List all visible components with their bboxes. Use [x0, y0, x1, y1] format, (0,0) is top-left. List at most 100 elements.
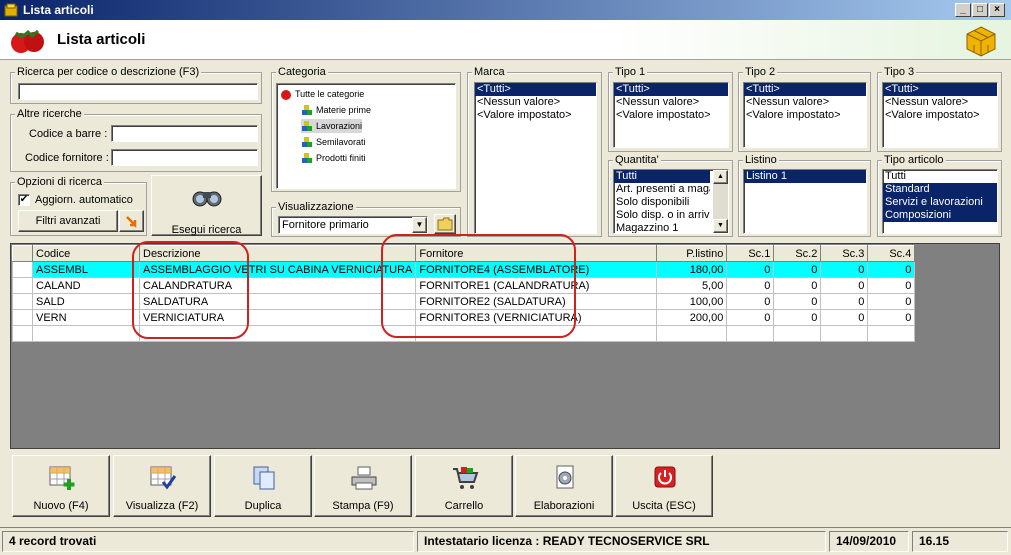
cell-discount[interactable]: 0 — [773, 309, 822, 326]
cell-empty[interactable] — [820, 325, 869, 342]
cell-empty[interactable] — [726, 325, 775, 342]
article-type-item[interactable]: Servizi e lavorazioni — [883, 196, 997, 209]
cell-discount[interactable]: 0 — [867, 309, 916, 326]
column-header[interactable]: Codice — [32, 245, 140, 262]
article-type-item[interactable]: Tutti — [883, 170, 997, 183]
row-selector[interactable] — [12, 325, 33, 342]
scroll-up-icon[interactable]: ▲ — [713, 170, 728, 184]
category-tree[interactable]: Tutte le categorie Materie prime Lavoraz… — [276, 83, 456, 189]
type1-item[interactable]: <Valore impostato> — [614, 109, 728, 122]
type3-item[interactable]: <Valore impostato> — [883, 109, 997, 122]
type2-item[interactable]: <Valore impostato> — [744, 109, 866, 122]
cell-discount[interactable]: 0 — [867, 261, 916, 278]
type2-item[interactable]: <Nessun valore> — [744, 96, 866, 109]
quantity-item[interactable]: Solo disponibili — [614, 196, 710, 209]
cell-discount[interactable]: 0 — [820, 309, 869, 326]
row-selector[interactable] — [12, 261, 33, 278]
folder-button[interactable] — [434, 214, 456, 234]
cell-discount[interactable]: 0 — [726, 277, 775, 294]
view-select-value: Fornitore primario — [282, 219, 369, 231]
cell-price[interactable]: 100,00 — [656, 293, 728, 310]
cell-code[interactable]: SALD — [32, 293, 140, 310]
filter-arrow-button[interactable] — [119, 210, 144, 232]
cell-discount[interactable]: 0 — [867, 277, 916, 294]
supplier-code-input[interactable] — [111, 149, 258, 166]
column-header[interactable]: P.listino — [656, 245, 728, 262]
type3-list[interactable]: <Tutti> <Nessun valore> <Valore impostat… — [882, 82, 998, 148]
quantity-scrollbar[interactable]: ▲ ▼ — [713, 170, 728, 233]
pricelist-item[interactable]: Listino 1 — [744, 170, 866, 183]
new-button[interactable]: Nuovo (F4) — [12, 455, 110, 517]
cell-price[interactable]: 180,00 — [656, 261, 728, 278]
pricelist-list[interactable]: Listino 1 — [743, 169, 867, 234]
cell-discount[interactable]: 0 — [820, 293, 869, 310]
column-header[interactable]: Sc.2 — [773, 245, 822, 262]
brand-item[interactable]: <Valore impostato> — [475, 109, 596, 122]
cell-discount[interactable]: 0 — [820, 261, 869, 278]
quantity-item[interactable]: Solo disp. o in arrivo — [614, 209, 710, 222]
brand-item[interactable]: <Nessun valore> — [475, 96, 596, 109]
quantity-item[interactable]: Art. presenti a magazzino — [614, 183, 710, 196]
run-search-button[interactable]: Esegui ricerca — [151, 175, 262, 236]
cell-empty[interactable] — [32, 325, 140, 342]
quantity-item[interactable]: Magazzino 1 — [614, 222, 710, 233]
cell-discount[interactable]: 0 — [820, 277, 869, 294]
auto-update-checkbox[interactable]: ✔ — [18, 194, 30, 206]
barcode-input[interactable] — [111, 125, 258, 142]
cell-price[interactable]: 5,00 — [656, 277, 728, 294]
cart-button[interactable]: Carrello — [415, 455, 513, 517]
row-selector[interactable] — [12, 293, 33, 310]
view-select[interactable]: Fornitore primario ▼ — [278, 216, 428, 234]
column-header[interactable]: Sc.1 — [726, 245, 775, 262]
cell-discount[interactable]: 0 — [726, 261, 775, 278]
cell-discount[interactable]: 0 — [867, 293, 916, 310]
type1-item[interactable]: <Nessun valore> — [614, 96, 728, 109]
brand-list[interactable]: <Tutti> <Nessun valore> <Valore impostat… — [474, 82, 597, 234]
column-header[interactable]: Sc.4 — [867, 245, 916, 262]
article-type-list[interactable]: Tutti Standard Servizi e lavorazioni Com… — [882, 169, 998, 234]
article-type-item[interactable]: Standard — [883, 183, 997, 196]
cell-discount[interactable]: 0 — [773, 293, 822, 310]
duplicate-button[interactable]: Duplica — [214, 455, 312, 517]
tree-item-processing[interactable]: Lavorazioni — [301, 119, 363, 133]
article-type-item[interactable]: Composizioni — [883, 209, 997, 222]
type3-item[interactable]: <Nessun valore> — [883, 96, 997, 109]
cell-discount[interactable]: 0 — [726, 309, 775, 326]
type1-list[interactable]: <Tutti> <Nessun valore> <Valore impostat… — [613, 82, 729, 148]
cell-empty[interactable] — [656, 325, 728, 342]
quantity-item[interactable]: Tutti — [614, 170, 710, 183]
cell-empty[interactable] — [867, 325, 916, 342]
view-button[interactable]: Visualizza (F2) — [113, 455, 211, 517]
column-header[interactable]: Sc.3 — [820, 245, 869, 262]
tree-item-finished-products[interactable]: Prodotti finiti — [301, 151, 366, 165]
cell-code[interactable]: VERN — [32, 309, 140, 326]
tree-item-semi-finished[interactable]: Semilavorati — [301, 135, 366, 149]
minimize-button[interactable]: _ — [955, 3, 971, 17]
exit-button[interactable]: Uscita (ESC) — [615, 455, 713, 517]
search-input[interactable] — [18, 83, 258, 100]
print-button[interactable]: Stampa (F9) — [314, 455, 412, 517]
tree-item-raw-materials[interactable]: Materie prime — [301, 103, 371, 117]
row-selector[interactable] — [12, 277, 33, 294]
cell-discount[interactable]: 0 — [726, 293, 775, 310]
tree-item-all[interactable]: Tutte le categorie — [280, 87, 364, 101]
close-button[interactable]: × — [989, 3, 1005, 17]
quantity-list[interactable]: Tutti Art. presenti a magazzino Solo dis… — [613, 169, 729, 234]
chevron-down-icon[interactable]: ▼ — [412, 217, 427, 233]
advanced-filters-button[interactable]: Filtri avanzati — [18, 210, 118, 232]
cell-discount[interactable]: 0 — [773, 277, 822, 294]
type2-list[interactable]: <Tutti> <Nessun valore> <Valore impostat… — [743, 82, 867, 148]
cell-code[interactable]: ASSEMBL — [32, 261, 140, 278]
type2-item[interactable]: <Tutti> — [744, 83, 866, 96]
process-button[interactable]: Elaborazioni — [515, 455, 613, 517]
cell-empty[interactable] — [773, 325, 822, 342]
scroll-down-icon[interactable]: ▼ — [713, 219, 728, 233]
cell-discount[interactable]: 0 — [773, 261, 822, 278]
type3-item[interactable]: <Tutti> — [883, 83, 997, 96]
type1-item[interactable]: <Tutti> — [614, 83, 728, 96]
cell-code[interactable]: CALAND — [32, 277, 140, 294]
maximize-button[interactable]: □ — [972, 3, 988, 17]
brand-item[interactable]: <Tutti> — [475, 83, 596, 96]
cell-price[interactable]: 200,00 — [656, 309, 728, 326]
row-selector[interactable] — [12, 309, 33, 326]
